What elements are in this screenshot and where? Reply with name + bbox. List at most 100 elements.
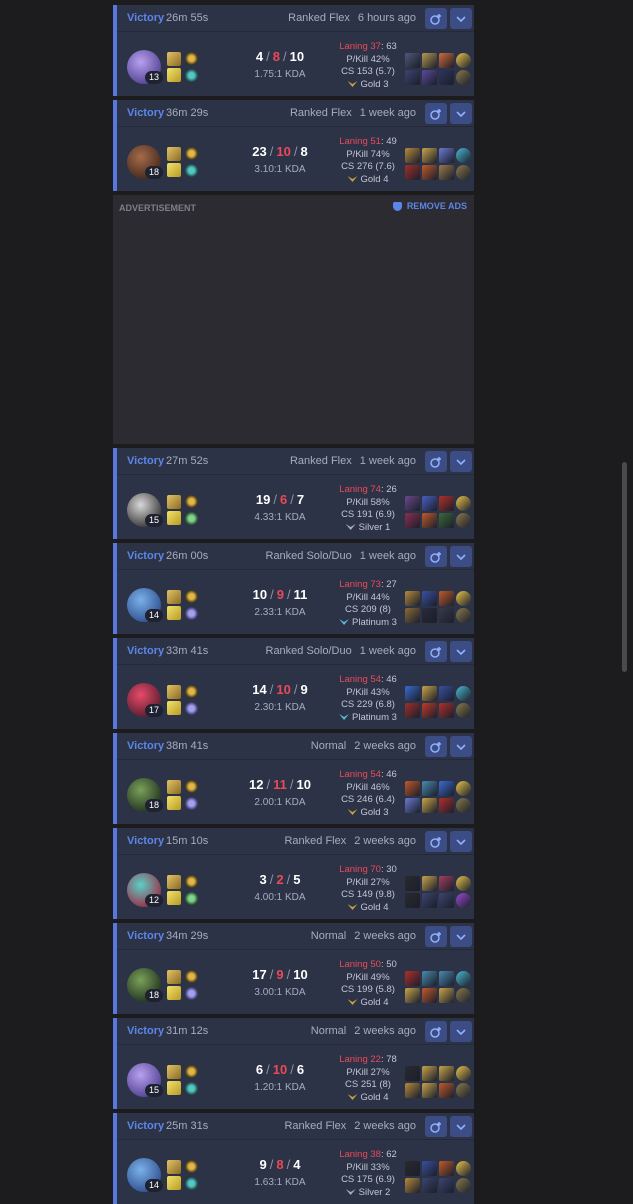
share-button[interactable] — [425, 736, 447, 757]
champion-level: 14 — [145, 1179, 163, 1192]
remove-ads-button[interactable]: REMOVE ADS — [392, 201, 467, 211]
average-rank: Gold 4 — [323, 997, 413, 1010]
remove-ads-label: REMOVE ADS — [406, 201, 467, 211]
laning-value: Laning 74 — [339, 484, 381, 495]
keystone-rune-icon — [185, 1160, 198, 1173]
kill-participation: P/Kill 46% — [346, 781, 390, 793]
item-icon — [405, 70, 420, 85]
match-result: Victory — [127, 455, 165, 467]
expand-button[interactable] — [450, 641, 472, 662]
summoner-spell-icon — [167, 52, 181, 66]
match-result: Victory — [127, 1025, 165, 1037]
average-rank: Gold 3 — [323, 79, 413, 92]
item-icon — [422, 591, 437, 606]
scrollbar[interactable] — [622, 462, 627, 672]
match-card[interactable]: Victory 26m 00s Ranked Solo/Duo 1 week ag… — [113, 543, 474, 634]
summoner-spell-flash-icon — [167, 68, 181, 82]
champion-level: 18 — [145, 166, 163, 179]
creep-score: CS 199 (5.8) — [341, 984, 395, 995]
expand-button[interactable] — [450, 8, 472, 29]
chevron-down-icon — [456, 553, 466, 560]
share-button[interactable] — [425, 1021, 447, 1042]
match-header: Victory 36m 29s Ranked Flex 1 week ago — [117, 100, 474, 127]
expand-button[interactable] — [450, 546, 472, 567]
kill-participation: P/Kill 27% — [346, 1066, 390, 1078]
share-button[interactable] — [425, 546, 447, 567]
share-button[interactable] — [425, 1116, 447, 1137]
expand-button[interactable] — [450, 451, 472, 472]
match-card[interactable]: Victory 31m 12s Normal 2 weeks ago 15 6/1… — [113, 1018, 474, 1109]
match-header: Victory 27m 52s Ranked Flex 1 week ago — [117, 448, 474, 475]
laning-opponent: : 26 — [380, 484, 397, 495]
assists: 10 — [296, 777, 311, 792]
rank-label: Gold 3 — [360, 78, 389, 90]
kill-participation: P/Kill 58% — [346, 496, 390, 508]
match-header: Victory 26m 00s Ranked Solo/Duo 1 week ag… — [117, 543, 474, 570]
match-card[interactable]: Victory 27m 52s Ranked Flex 1 week ago 15… — [113, 448, 474, 539]
kda-score: 3/2/5 — [259, 872, 301, 887]
item-icon — [439, 1083, 454, 1098]
laning-value: Laning 51 — [339, 136, 381, 147]
match-stats: Laning 38: 62 P/Kill 33% CS 175 (6.9) Si… — [323, 1149, 413, 1199]
share-button[interactable] — [425, 103, 447, 124]
assists: 6 — [296, 1062, 305, 1077]
kill-participation: P/Kill 27% — [346, 876, 390, 888]
trinket-item-icon — [456, 703, 471, 718]
creep-score: CS 251 (8) — [345, 1079, 391, 1090]
match-duration: 31m 12s — [166, 1025, 209, 1037]
match-meta: Ranked Flex 6 hours ago — [288, 12, 416, 24]
match-stats: Laning 54: 46 P/Kill 43% CS 229 (6.8) Pl… — [323, 674, 413, 724]
match-card[interactable]: Victory 36m 29s Ranked Flex 1 week ago 18… — [113, 100, 474, 191]
share-button[interactable] — [425, 8, 447, 29]
match-card[interactable]: Victory 25m 31s Ranked Flex 2 weeks ago 1… — [113, 1113, 474, 1204]
rank-label: Silver 2 — [358, 1186, 391, 1198]
kills: 14 — [252, 682, 267, 697]
match-meta: Normal 2 weeks ago — [311, 930, 416, 942]
queue-type: Normal — [310, 1025, 347, 1037]
secondary-rune-icon — [185, 69, 198, 82]
average-rank: Gold 4 — [323, 902, 413, 915]
share-button[interactable] — [425, 831, 447, 852]
match-card[interactable]: Victory 38m 41s Normal 2 weeks ago 18 12/… — [113, 733, 474, 824]
laning-opponent: : 78 — [380, 1054, 397, 1065]
deaths: 10 — [276, 682, 291, 697]
expand-button[interactable] — [450, 736, 472, 757]
item-icon — [405, 165, 420, 180]
match-card[interactable]: Victory 26m 55s Ranked Flex 6 hours ago 1… — [113, 5, 474, 96]
time-ago: 2 weeks ago — [354, 835, 416, 847]
item-icon — [405, 893, 420, 908]
kills: 19 — [255, 492, 271, 507]
item-icon — [439, 893, 454, 908]
item-icon — [422, 798, 437, 813]
match-card[interactable]: Victory 33m 41s Ranked Solo/Duo 1 week ag… — [113, 638, 474, 729]
summoner-spell-flash-icon — [167, 701, 181, 715]
item-icon — [405, 591, 420, 606]
share-icon — [430, 741, 441, 753]
expand-button[interactable] — [450, 926, 472, 947]
item-icon — [422, 686, 437, 701]
kda-score: 4/8/10 — [255, 49, 305, 64]
item-icon — [439, 70, 454, 85]
expand-button[interactable] — [450, 1116, 472, 1137]
match-stats: Laning 51: 49 P/Kill 74% CS 276 (7.6) Go… — [323, 136, 413, 186]
share-button[interactable] — [425, 641, 447, 662]
trinket-item-icon — [456, 798, 471, 813]
item-icon — [405, 798, 420, 813]
laning-opponent: : 50 — [380, 959, 397, 970]
laning-score: Laning 73: 27 — [323, 579, 413, 592]
match-card[interactable]: Victory 15m 10s Ranked Flex 2 weeks ago 1… — [113, 828, 474, 919]
share-button[interactable] — [425, 451, 447, 472]
match-result: Victory — [127, 107, 165, 119]
expand-button[interactable] — [450, 103, 472, 124]
kda-score: 6/10/6 — [255, 1062, 305, 1077]
match-duration: 34m 29s — [166, 930, 209, 942]
trinket-item-icon — [456, 1178, 471, 1193]
match-duration: 36m 29s — [166, 107, 209, 119]
expand-button[interactable] — [450, 1021, 472, 1042]
item-icon — [405, 513, 420, 528]
expand-button[interactable] — [450, 831, 472, 852]
item-icon — [422, 971, 437, 986]
share-button[interactable] — [425, 926, 447, 947]
average-rank: Gold 4 — [323, 174, 413, 187]
match-card[interactable]: Victory 34m 29s Normal 2 weeks ago 18 17/… — [113, 923, 474, 1014]
